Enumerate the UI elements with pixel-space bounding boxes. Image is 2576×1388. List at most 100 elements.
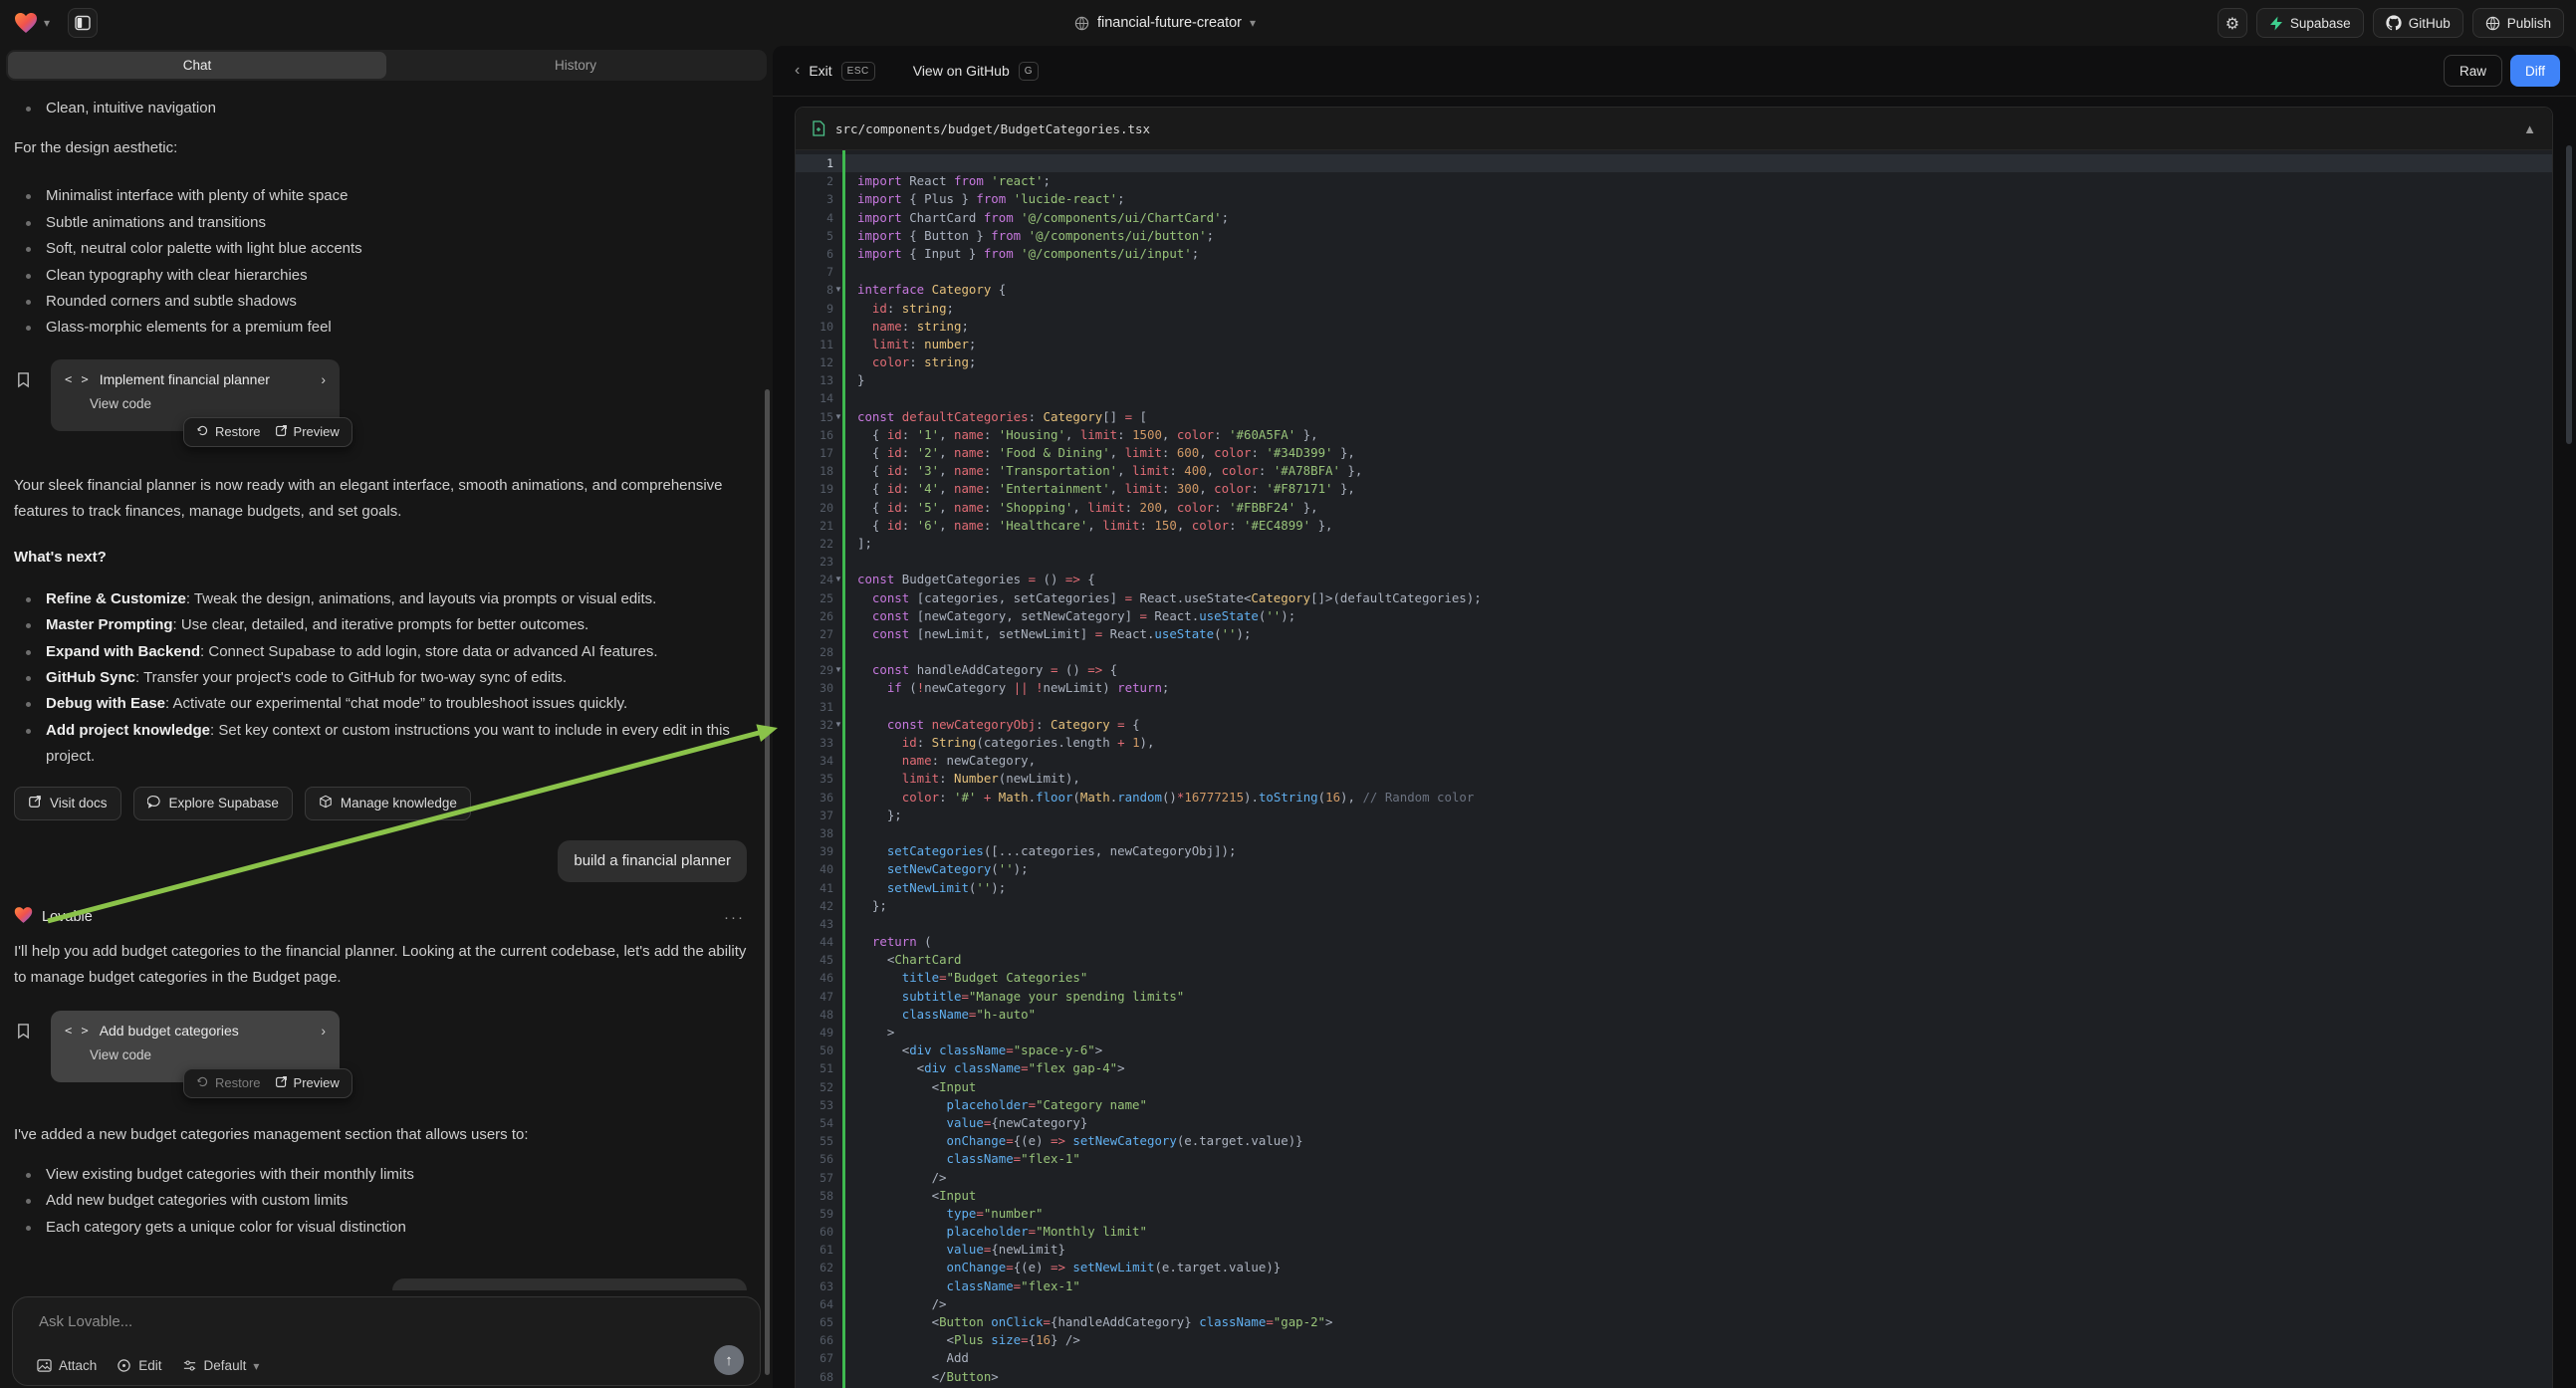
assistant-name: Lovable	[42, 909, 93, 925]
bookmark-icon[interactable]	[16, 371, 31, 393]
diff-toggle-button[interactable]: Diff	[2510, 55, 2560, 87]
code-text: const [newLimit, setNewLimit] = React.us…	[857, 625, 2552, 643]
tool-card[interactable]: < >Implement financial planner›View code…	[51, 359, 340, 431]
code-text	[857, 553, 2552, 571]
logo-chevron-down-icon[interactable]: ▾	[44, 16, 50, 30]
code-text: <div className="space-y-6">	[857, 1041, 2552, 1059]
code-scrollbar-thumb[interactable]	[2566, 145, 2572, 444]
code-line: 32▼ const newCategoryObj: Category = {	[796, 716, 2552, 734]
line-number: 27	[796, 625, 833, 643]
code-text: placeholder="Monthly limit"	[857, 1223, 2552, 1241]
code-line: 12 color: string;	[796, 353, 2552, 371]
list-item: Subtle animations and transitions	[14, 210, 753, 236]
raw-toggle-button[interactable]: Raw	[2444, 55, 2502, 87]
editor-header: ‹ Exit ESC View on GitHub G Raw Diff	[773, 46, 2576, 97]
code-line: 6import { Input } from '@/components/ui/…	[796, 245, 2552, 263]
chip-label: Manage knowledge	[341, 796, 457, 810]
line-number: 41	[796, 879, 833, 897]
line-number: 58	[796, 1187, 833, 1205]
edit-button[interactable]: Edit	[117, 1358, 161, 1373]
lovable-logo-icon[interactable]	[14, 12, 38, 34]
chat-scroll-area[interactable]: Clean, intuitive navigationFor the desig…	[0, 84, 767, 1290]
attach-button[interactable]: Attach	[37, 1358, 97, 1373]
code-text: <ChartCard	[857, 951, 2552, 969]
line-number: 38	[796, 824, 833, 842]
user-message-row: would be cool if you could add budget ca…	[14, 1278, 753, 1290]
code-line: 17 { id: '2', name: 'Food & Dining', lim…	[796, 444, 2552, 462]
code-text: subtitle="Manage your spending limits"	[857, 988, 2552, 1006]
code-text: interface Category {	[857, 281, 2552, 299]
code-text: return (	[857, 933, 2552, 951]
supabase-button[interactable]: Supabase	[2256, 8, 2364, 38]
line-number: 4	[796, 209, 833, 227]
message-menu-button[interactable]: ···	[724, 909, 745, 926]
line-number: 5	[796, 227, 833, 245]
github-icon	[2386, 15, 2402, 31]
view-code-link[interactable]: View code	[90, 396, 326, 411]
code-line: 63 className="flex-1"	[796, 1277, 2552, 1295]
code-text: setCategories([...categories, newCategor…	[857, 842, 2552, 860]
preview-button[interactable]: Preview	[275, 1075, 340, 1091]
code-line: 35 limit: Number(newLimit),	[796, 770, 2552, 788]
tab-history[interactable]: History	[386, 52, 765, 79]
send-button[interactable]: ↑	[714, 1345, 744, 1375]
github-button[interactable]: GitHub	[2373, 8, 2463, 38]
publish-button[interactable]: Publish	[2472, 8, 2564, 38]
chat-messages: Clean, intuitive navigationFor the desig…	[0, 84, 767, 1290]
code-line: 51 <div className="flex gap-4">	[796, 1059, 2552, 1077]
code-text: const newCategoryObj: Category = {	[857, 716, 2552, 734]
list-item: Clean, intuitive navigation	[14, 96, 753, 121]
code-text: onChange={(e) => setNewCategory(e.target…	[857, 1132, 2552, 1150]
chat-panel: Chat History Clean, intuitive navigation…	[0, 46, 773, 1388]
code-text: const BudgetCategories = () => {	[857, 571, 2552, 588]
chat-scrollbar-thumb[interactable]	[765, 389, 770, 1375]
restore-button[interactable]: Restore	[196, 424, 261, 440]
globe-icon	[1074, 16, 1089, 31]
mode-select[interactable]: Default ▾	[182, 1358, 260, 1373]
code-line: 61 value={newLimit}	[796, 1241, 2552, 1259]
code-text: id: string;	[857, 300, 2552, 318]
code-body[interactable]: 1 2import React from 'react';3import { P…	[796, 150, 2552, 1388]
preview-button[interactable]: Preview	[275, 424, 340, 440]
section-heading: What's next?	[14, 545, 753, 571]
code-line: 36 color: '#' + Math.floor(Math.random()…	[796, 789, 2552, 807]
manage-knowledge-button[interactable]: Manage knowledge	[305, 787, 471, 820]
composer[interactable]: Ask Lovable... Attach Edit	[12, 1296, 761, 1386]
exit-label: Exit	[809, 63, 831, 79]
assistant-paragraph: I'll help you add budget categories to t…	[14, 939, 753, 991]
bullet-list: Minimalist interface with plenty of whit…	[14, 183, 753, 341]
code-line: 33 id: String(categories.length + 1),	[796, 734, 2552, 752]
tool-card-title: Add budget categories	[100, 1023, 312, 1039]
explore-supabase-button[interactable]: Explore Supabase	[133, 787, 293, 820]
list-item: Glass-morphic elements for a premium fee…	[14, 315, 753, 341]
code-text	[857, 389, 2552, 407]
tab-chat[interactable]: Chat	[8, 52, 386, 79]
code-text: value={newLimit}	[857, 1241, 2552, 1259]
settings-button[interactable]: ⚙	[2218, 8, 2247, 38]
file-header[interactable]: src/components/budget/BudgetCategories.t…	[796, 108, 2552, 150]
code-text: <Input	[857, 1187, 2552, 1205]
toggle-sidebar-button[interactable]	[68, 8, 98, 38]
attach-image-icon	[37, 1358, 52, 1373]
line-number: 57	[796, 1169, 833, 1187]
line-number: 12	[796, 353, 833, 371]
line-number: 65	[796, 1313, 833, 1331]
project-switcher[interactable]: financial-future-creator ▾	[1036, 0, 1294, 46]
line-number: 68	[796, 1368, 833, 1386]
view-code-link[interactable]: View code	[90, 1047, 326, 1062]
code-text: const handleAddCategory = () => {	[857, 661, 2552, 679]
restore-button[interactable]: Restore	[196, 1075, 261, 1091]
line-number: 35	[796, 770, 833, 788]
bookmark-icon[interactable]	[16, 1023, 31, 1044]
tool-card[interactable]: < >Add budget categories›View codeRestor…	[51, 1011, 340, 1082]
chat-input[interactable]: Ask Lovable...	[39, 1313, 132, 1330]
code-line: 26 const [newCategory, setNewCategory] =…	[796, 607, 2552, 625]
list-item: Minimalist interface with plenty of whit…	[14, 183, 753, 209]
code-text: className="flex-1"	[857, 1277, 2552, 1295]
visit-docs-button[interactable]: Visit docs	[14, 787, 121, 820]
code-text: color: string;	[857, 353, 2552, 371]
exit-button[interactable]: ‹ Exit ESC	[795, 62, 875, 81]
view-on-github-button[interactable]: View on GitHub G	[913, 62, 1039, 81]
package-icon	[319, 795, 333, 811]
collapse-chevron-up-icon[interactable]: ▲	[2523, 121, 2536, 136]
